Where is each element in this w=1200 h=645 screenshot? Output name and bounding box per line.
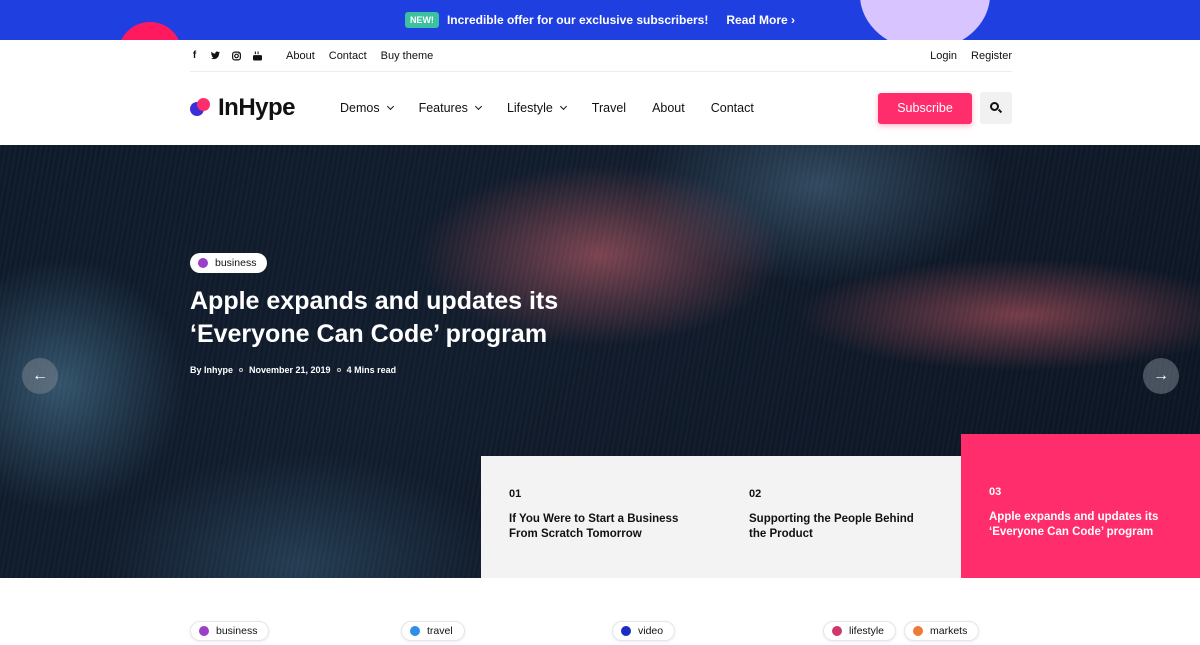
category-pill-travel[interactable]: travel <box>401 621 465 641</box>
nav-item-label: About <box>652 101 685 115</box>
nav-item-label: Contact <box>710 101 754 115</box>
category-dot <box>199 626 209 636</box>
slide-tab-3-active[interactable]: 03 Apple expands and updates its ‘Everyo… <box>961 434 1200 578</box>
social-links: f <box>190 50 262 61</box>
category-dot <box>621 626 631 636</box>
category-pill-lifestyle[interactable]: lifestyle <box>823 621 897 641</box>
slide-title: Supporting the People Behind the Product <box>749 513 914 540</box>
new-badge: NEW! <box>404 12 439 28</box>
post-date: November 21, 2019 <box>249 365 331 375</box>
slide-number: 02 <box>749 488 762 500</box>
nav-actions: Subscribe <box>878 92 1012 124</box>
search-icon <box>990 102 1003 114</box>
nav-item-lifestyle[interactable]: Lifestyle <box>506 101 567 115</box>
hero-title[interactable]: Apple expands and updates its ‘Everyone … <box>190 285 610 351</box>
category-label: lifestyle <box>849 625 885 637</box>
nav-item-about[interactable]: About <box>652 101 685 115</box>
nav-item-demos[interactable]: Demos <box>340 101 394 115</box>
utility-bar: f About Contact Buy theme Login Register <box>190 40 1012 72</box>
category-pill-video[interactable]: video <box>612 621 676 641</box>
category-pill-markets[interactable]: markets <box>904 621 980 641</box>
category-row: business travel video lifestyle markets <box>0 578 1200 645</box>
nav-item-label: Lifestyle <box>506 101 553 115</box>
nav-item-features[interactable]: Features <box>418 101 482 115</box>
util-link-buy-theme[interactable]: Buy theme <box>381 50 434 62</box>
chevron-down-icon <box>474 102 482 111</box>
utility-right: Login Register <box>930 50 1012 62</box>
util-link-about[interactable]: About <box>286 50 315 62</box>
slide-tab-2[interactable]: 02 Supporting the People Behind the Prod… <box>721 456 961 578</box>
logo-text: InHype <box>218 94 296 121</box>
site-logo[interactable]: InHype <box>190 94 340 122</box>
read-time: 4 Mins read <box>346 365 397 375</box>
promo-message: Incredible offer for our exclusive subsc… <box>446 13 709 27</box>
category-dot <box>832 626 842 636</box>
search-button[interactable] <box>980 92 1012 124</box>
nav-item-label: Demos <box>340 101 380 115</box>
arrow-left-icon: ← <box>32 367 48 384</box>
youtube-icon[interactable] <box>253 51 262 61</box>
util-link-contact[interactable]: Contact <box>329 50 367 62</box>
category-label: business <box>215 257 257 269</box>
decorative-circle <box>118 22 182 40</box>
hero-meta: By Inhype November 21, 2019 4 Mins read <box>190 365 610 375</box>
read-more-link[interactable]: Read More › <box>726 13 795 27</box>
slider-tabs: 01 If You Were to Start a Business From … <box>481 433 1200 578</box>
twitter-icon[interactable] <box>211 51 220 61</box>
category-dot <box>198 258 208 268</box>
slide-title: Apple expands and updates its ‘Everyone … <box>989 511 1159 538</box>
category-dot <box>913 626 923 636</box>
category-label: video <box>638 625 664 637</box>
nav-item-travel[interactable]: Travel <box>592 101 626 115</box>
slide-number: 01 <box>509 488 522 500</box>
promo-content: NEW! Incredible offer for our exclusive … <box>404 12 795 28</box>
nav-item-contact[interactable]: Contact <box>711 101 754 115</box>
subscribe-button[interactable]: Subscribe <box>878 92 972 124</box>
slide-number: 03 <box>989 486 1002 498</box>
login-link[interactable]: Login <box>930 50 957 62</box>
slider-prev-button[interactable]: ← <box>22 358 58 394</box>
register-link[interactable]: Register <box>971 50 1012 62</box>
nav-menu: Demos Features Lifestyle Travel About Co… <box>340 101 754 115</box>
facebook-icon[interactable]: f <box>190 50 199 61</box>
category-label: markets <box>930 625 968 637</box>
logo-icon <box>190 98 210 118</box>
utility-left: f About Contact Buy theme <box>190 50 433 62</box>
arrow-right-icon: → <box>1153 367 1169 384</box>
promo-bar: NEW! Incredible offer for our exclusive … <box>0 0 1200 40</box>
nav-item-label: Features <box>418 101 468 115</box>
hero-content: business Apple expands and updates its ‘… <box>190 253 610 375</box>
hero-category-pill[interactable]: business <box>190 253 268 273</box>
instagram-icon[interactable] <box>232 51 241 61</box>
meta-separator <box>336 368 341 372</box>
category-dot <box>410 626 420 636</box>
meta-separator <box>239 368 244 372</box>
decorative-circle <box>860 0 990 40</box>
category-label: travel <box>427 625 453 637</box>
nav-item-label: Travel <box>591 101 627 115</box>
chevron-down-icon <box>386 102 394 111</box>
main-nav: InHype Demos Features Lifestyle Travel A… <box>190 78 1012 138</box>
category-pill-business[interactable]: business <box>190 621 270 641</box>
slide-tab-1[interactable]: 01 If You Were to Start a Business From … <box>481 456 721 578</box>
chevron-down-icon <box>559 102 567 111</box>
slider-next-button[interactable]: → <box>1143 358 1179 394</box>
category-label: business <box>216 625 258 637</box>
slide-title: If You Were to Start a Business From Scr… <box>509 513 679 540</box>
post-author[interactable]: By Inhype <box>190 365 233 375</box>
